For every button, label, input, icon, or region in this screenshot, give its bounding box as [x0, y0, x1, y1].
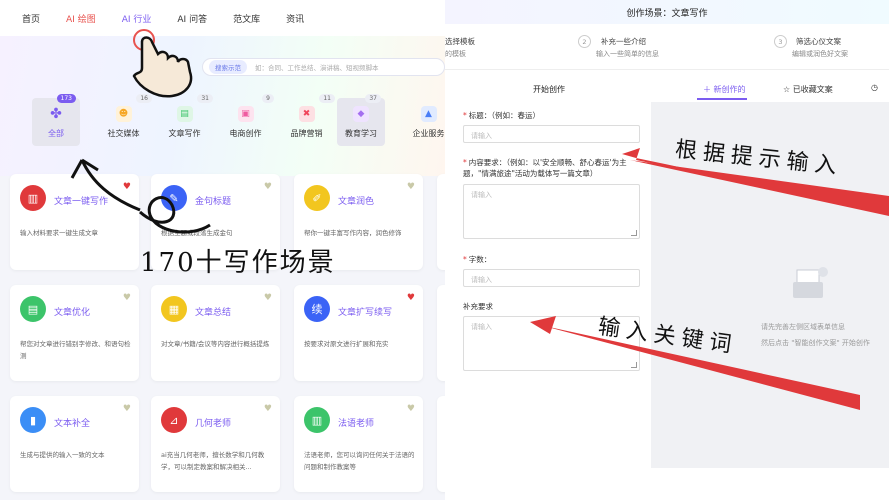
- hand-pointer-icon: [128, 28, 198, 100]
- annotation-scribble: [138, 196, 211, 234]
- annotation-arrowhead: [70, 158, 99, 179]
- annotation-arrow: [80, 159, 141, 212]
- red-arrowhead: [530, 316, 556, 334]
